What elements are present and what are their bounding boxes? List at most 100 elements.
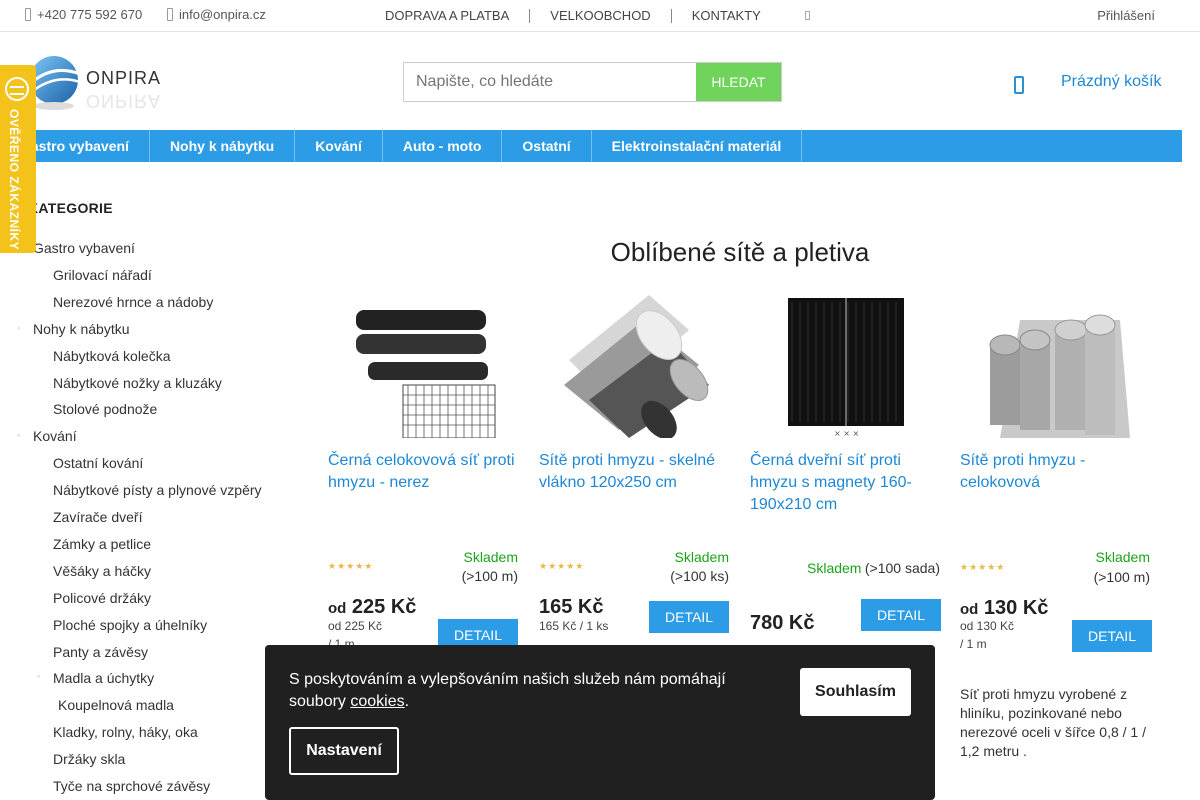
sidebar-category-item[interactable]: Kování (33, 428, 77, 444)
product-name-link[interactable]: Sítě proti hmyzu - skelné vlákno 120x250… (539, 450, 729, 494)
nav-electrical[interactable]: Elektroinstalační materiál (592, 130, 803, 162)
section-title: Oblíbené sítě a pletiva (0, 237, 1200, 268)
product-price: 165 Kč (539, 596, 604, 618)
sidebar-category-item[interactable]: Kladky, rolny, háky, oka (53, 724, 198, 740)
sidebar-category-item[interactable]: Nerezové hrnce a nádoby (53, 294, 213, 310)
nav-other[interactable]: Ostatní (502, 130, 592, 162)
sidebar-category-item[interactable]: Grilovací nářadí (53, 267, 152, 283)
price-unit-info: od 130 Kč (960, 619, 1015, 633)
stock-status: Skladem (807, 560, 862, 576)
top-nav-wholesale[interactable]: VELKOOBCHOD (550, 8, 650, 23)
cookie-settings-button[interactable]: Nastavení (289, 727, 399, 775)
phone-number[interactable]: +420 775 592 670 (37, 7, 142, 22)
main-nav: Gastro vybavení Nohy k nábytku Kování Au… (0, 130, 1182, 162)
stock-status: Skladem (1095, 549, 1150, 565)
sidebar-category-item[interactable]: Nábytkové nožky a kluzáky (53, 375, 222, 391)
svg-text:× × ×: × × × (834, 429, 859, 438)
stock-quantity: (>100 ks) (670, 568, 729, 584)
product-price: 780 Kč (750, 612, 815, 634)
price-value: 130 Kč (983, 597, 1049, 619)
header: ONPIRA ONPIRA HLEDAT Prázdný košík (0, 32, 1200, 130)
sidebar-category-item[interactable]: Věšáky a háčky (53, 563, 151, 579)
price-unit: / 1 m (960, 637, 987, 651)
product-image[interactable] (539, 290, 729, 438)
product-name-link[interactable]: Černá celokovová síť proti hmyzu - nerez (328, 450, 518, 494)
phone-icon (25, 8, 31, 21)
search-button[interactable]: HLEDAT (696, 63, 781, 101)
verified-badge-text: OVĚŘENO ZÁKAZNÍKY (7, 109, 21, 251)
phone-contact[interactable]: +420 775 592 670 (25, 7, 142, 22)
sidebar-category-item[interactable]: Držáky skla (53, 751, 125, 767)
product-price: od 225 Kč (328, 596, 416, 619)
email-contact[interactable]: info@onpira.cz (167, 7, 266, 22)
email-address[interactable]: info@onpira.cz (179, 7, 266, 22)
category-bullet: ◦ (17, 430, 21, 441)
logo-text: ONPIRA (86, 68, 162, 88)
price-value: 225 Kč (351, 596, 417, 618)
cart-icon[interactable] (1014, 76, 1024, 94)
search-input[interactable] (404, 63, 696, 101)
category-bullet: ◦ (17, 322, 21, 333)
sidebar-category-item[interactable]: Ploché spojky a úhelníky (53, 617, 207, 633)
sidebar-category-item[interactable]: Stolové podnože (53, 401, 157, 417)
category-bullet: ◦ (37, 671, 41, 682)
sidebar-category-item[interactable]: Ostatní kování (53, 455, 143, 471)
sidebar-category-item[interactable]: Nábytkové písty a plynové vzpěry (53, 482, 262, 498)
sidebar-category-item[interactable]: Zavírače dveří (53, 509, 142, 525)
price-prefix: od (328, 600, 347, 617)
top-nav-contacts[interactable]: KONTAKTY (692, 8, 761, 23)
more-icon[interactable] (805, 11, 810, 20)
product-name-link[interactable]: Sítě proti hmyzu - celokovová (960, 450, 1150, 494)
stock-status: Skladem (463, 549, 518, 565)
cookie-consent-bar: S poskytováním a vylepšováním našich slu… (265, 645, 935, 800)
product-image[interactable]: × × × (750, 290, 940, 438)
search-form: HLEDAT (403, 62, 782, 102)
sidebar-category-item[interactable]: Nábytková kolečka (53, 348, 171, 364)
nav-auto-moto[interactable]: Auto - moto (383, 130, 503, 162)
cookie-link[interactable]: cookies (350, 693, 404, 710)
email-icon (167, 8, 173, 21)
sidebar-title: KATEGORIE (28, 200, 113, 216)
price-unit-info: od 225 Kč (328, 619, 383, 633)
product-description: Síť proti hmyzu vyrobené z hliníku, pozi… (960, 686, 1146, 759)
cookie-agree-button[interactable]: Souhlasím (800, 668, 911, 716)
cookie-text: S poskytováním a vylepšováním našich slu… (289, 669, 749, 713)
cart-link[interactable]: Prázdný košík (1061, 73, 1161, 91)
rating-stars: ★★★★★ (960, 562, 1006, 572)
sidebar-category-item[interactable]: Nohy k nábytku (33, 321, 130, 337)
sidebar-category-item[interactable]: Policové držáky (53, 590, 151, 606)
sidebar-category-item[interactable]: Tyče na sprchové závěsy (53, 778, 210, 794)
top-nav-separator (670, 8, 672, 23)
stock-quantity: (>100 m) (461, 568, 518, 584)
login-link[interactable]: Přihlášení (1097, 8, 1155, 23)
product-image[interactable] (328, 290, 518, 438)
stock-status: Skladem (674, 549, 729, 565)
detail-button[interactable]: DETAIL (861, 599, 941, 631)
stock-quantity: (>100 sada) (864, 560, 940, 576)
top-nav-shipping[interactable]: DOPRAVA A PLATBA (385, 8, 509, 23)
rating-stars: ★★★★★ (328, 561, 374, 571)
product-name-link[interactable]: Černá dveřní síť proti hmyzu s magnety 1… (750, 450, 940, 516)
detail-button[interactable]: DETAIL (1072, 620, 1152, 652)
sidebar-category-item[interactable]: Koupelnová madla (58, 697, 174, 713)
nav-hardware[interactable]: Kování (295, 130, 383, 162)
top-bar: +420 775 592 670 info@onpira.cz DOPRAVA … (0, 0, 1200, 32)
nav-furniture-legs[interactable]: Nohy k nábytku (150, 130, 296, 162)
verified-badge[interactable]: OVĚŘENO ZÁKAZNÍKY (0, 65, 36, 253)
product-image[interactable] (960, 290, 1150, 438)
price-unit-info: 165 Kč / 1 ks (539, 619, 609, 633)
verified-seal-icon (5, 77, 29, 101)
cookie-text-end: . (404, 693, 410, 710)
top-nav: DOPRAVA A PLATBA VELKOOBCHOD KONTAKTY (385, 8, 761, 23)
section-title-text: Oblíbené sítě a pletiva (610, 237, 870, 267)
logo-text-reflection: ONPIRA (86, 91, 162, 111)
detail-button[interactable]: DETAIL (649, 601, 729, 633)
stock-quantity: (>100 m) (1093, 569, 1150, 585)
sidebar-category-item[interactable]: Zámky a petlice (53, 536, 151, 552)
top-nav-separator (529, 8, 531, 23)
rating-stars: ★★★★★ (539, 561, 585, 571)
product-price: od 130 Kč (960, 597, 1048, 620)
sidebar-category-item[interactable]: Madla a úchytky (53, 670, 154, 686)
price-prefix: od (960, 601, 979, 618)
sidebar-category-item[interactable]: Panty a závěsy (53, 644, 148, 660)
